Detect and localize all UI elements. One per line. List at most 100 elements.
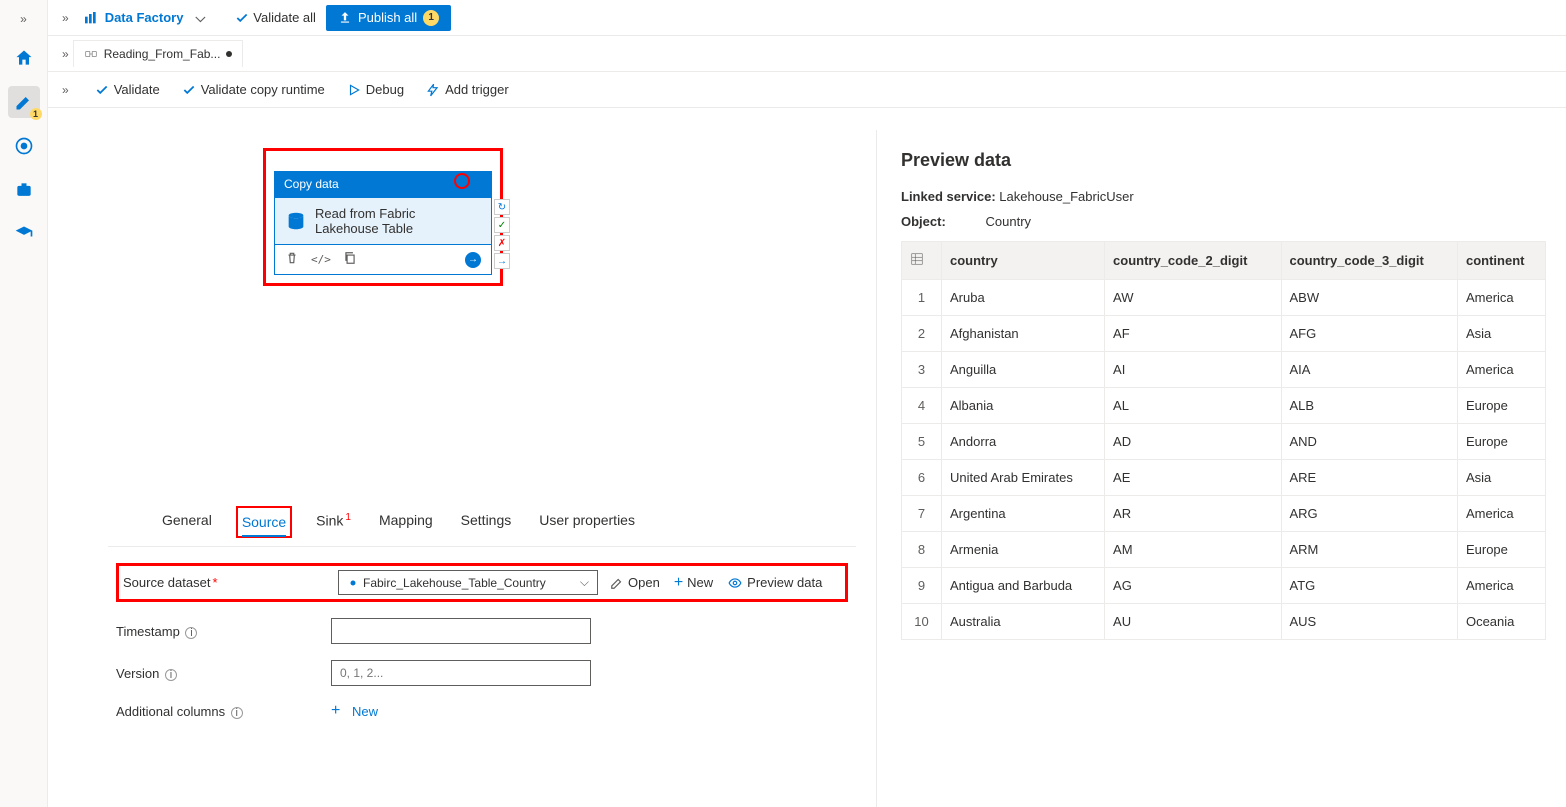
table-cell: Argentina [942, 496, 1105, 532]
validation-error-icon [454, 173, 470, 189]
version-label: Version i [116, 666, 331, 681]
table-cell: AW [1105, 280, 1281, 316]
validate-copy-runtime-button[interactable]: Validate copy runtime [182, 82, 325, 97]
row-num-header [902, 242, 942, 280]
skip-out-icon[interactable]: → [494, 253, 510, 269]
success-out-icon[interactable]: ✓ [494, 217, 510, 233]
table-cell: United Arab Emirates [942, 460, 1105, 496]
validate-all-button[interactable]: Validate all [235, 10, 316, 25]
info-icon[interactable]: i [185, 627, 197, 639]
table-cell: Asia [1457, 460, 1545, 496]
author-badge: 1 [30, 108, 42, 120]
refresh-out-icon[interactable]: ↻ [494, 199, 510, 215]
tab-mapping[interactable]: Mapping [375, 506, 437, 538]
table-row: 1ArubaAWABWAmerica [902, 280, 1546, 316]
tab-sink[interactable]: Sink1 [312, 506, 355, 538]
table-cell: AI [1105, 352, 1281, 388]
additional-columns-label: Additional columns i [116, 704, 331, 719]
learn-icon[interactable] [8, 218, 40, 250]
table-cell: America [1457, 280, 1545, 316]
copy-activity[interactable]: Copy data Read from Fabric Lakehouse Tab… [274, 171, 492, 275]
add-column-button[interactable]: + New [331, 702, 378, 720]
timestamp-input[interactable] [331, 618, 591, 644]
table-row: 7ArgentinaARARGAmerica [902, 496, 1546, 532]
open-dataset-button[interactable]: Open [610, 574, 660, 592]
preview-table: countrycountry_code_2_digitcountry_code_… [901, 241, 1546, 640]
table-cell: AIA [1281, 352, 1457, 388]
row-number: 9 [902, 568, 942, 604]
activity-body: Read from Fabric Lakehouse Table [274, 197, 492, 245]
home-icon[interactable] [8, 42, 40, 74]
table-row: 6United Arab EmiratesAEAREAsia [902, 460, 1546, 496]
table-cell: AR [1105, 496, 1281, 532]
row-number: 7 [902, 496, 942, 532]
table-cell: Oceania [1457, 604, 1545, 640]
publish-all-button[interactable]: Publish all 1 [326, 5, 451, 31]
table-cell: Australia [942, 604, 1105, 640]
source-dataset-label: Source dataset* [123, 575, 338, 590]
row-number: 10 [902, 604, 942, 640]
delete-icon[interactable] [285, 251, 299, 268]
table-header[interactable]: country [942, 242, 1105, 280]
version-row: Version i [116, 660, 848, 686]
author-icon[interactable]: 1 [8, 86, 40, 118]
validate-button[interactable]: Validate [95, 82, 160, 97]
clone-icon[interactable] [343, 251, 357, 268]
new-dataset-button[interactable]: +New [674, 574, 713, 592]
table-cell: AUS [1281, 604, 1457, 640]
editor-tabs: » Reading_From_Fab... [48, 36, 1566, 72]
table-cell: ARG [1281, 496, 1457, 532]
table-row: 4AlbaniaALALBEurope [902, 388, 1546, 424]
table-cell: Asia [1457, 316, 1545, 352]
tab-user-properties[interactable]: User properties [535, 506, 639, 538]
table-row: 2AfghanistanAFAFGAsia [902, 316, 1546, 352]
info-icon[interactable]: i [231, 707, 243, 719]
tab-general[interactable]: General [158, 506, 216, 538]
tab-settings[interactable]: Settings [457, 506, 516, 538]
table-header[interactable]: country_code_2_digit [1105, 242, 1281, 280]
table-cell: Afghanistan [942, 316, 1105, 352]
table-cell: Europe [1457, 532, 1545, 568]
pipeline-tab[interactable]: Reading_From_Fab... [73, 40, 244, 67]
code-icon[interactable]: </> [311, 253, 331, 266]
preview-data-button[interactable]: Preview data [727, 574, 822, 592]
table-cell: AG [1105, 568, 1281, 604]
arrow-icon[interactable]: → [465, 252, 481, 268]
toolbar-expand-icon[interactable]: » [58, 79, 73, 101]
unsaved-dot-icon [226, 51, 232, 57]
debug-button[interactable]: Debug [347, 82, 404, 97]
add-trigger-button[interactable]: Add trigger [426, 82, 509, 97]
object-meta: Object: Country [901, 214, 1546, 229]
table-cell: AND [1281, 424, 1457, 460]
table-cell: Europe [1457, 424, 1545, 460]
table-cell: Andorra [942, 424, 1105, 460]
info-icon[interactable]: i [165, 669, 177, 681]
row-number: 8 [902, 532, 942, 568]
table-cell: Aruba [942, 280, 1105, 316]
publish-count-badge: 1 [423, 10, 439, 26]
table-cell: Antigua and Barbuda [942, 568, 1105, 604]
monitor-icon[interactable] [8, 130, 40, 162]
tab-label: Reading_From_Fab... [104, 47, 221, 61]
table-cell: AL [1105, 388, 1281, 424]
collapse-icon[interactable]: » [58, 7, 73, 29]
table-row: 10AustraliaAUAUSOceania [902, 604, 1546, 640]
tabs-expand-icon[interactable]: » [58, 43, 73, 65]
table-header[interactable]: country_code_3_digit [1281, 242, 1457, 280]
source-dataset-select[interactable]: Fabirc_Lakehouse_Table_Country ⌵ [338, 570, 598, 595]
chevron-down-icon: ⌵ [580, 575, 589, 590]
service-selector[interactable]: Data Factory ⌵ [83, 10, 206, 26]
table-cell: AF [1105, 316, 1281, 352]
expand-sidebar-icon[interactable]: » [16, 8, 31, 30]
fail-out-icon[interactable]: ✗ [494, 235, 510, 251]
tab-source[interactable]: Source [236, 506, 292, 538]
table-cell: AE [1105, 460, 1281, 496]
source-dataset-row: Source dataset* Fabirc_Lakehouse_Table_C… [116, 563, 848, 602]
table-header[interactable]: continent [1457, 242, 1545, 280]
version-input[interactable] [331, 660, 591, 686]
table-cell: America [1457, 352, 1545, 388]
nav-sidebar: » 1 [0, 0, 48, 807]
manage-icon[interactable] [8, 174, 40, 206]
table-cell: Armenia [942, 532, 1105, 568]
copy-activity-highlight: Copy data Read from Fabric Lakehouse Tab… [263, 148, 503, 286]
